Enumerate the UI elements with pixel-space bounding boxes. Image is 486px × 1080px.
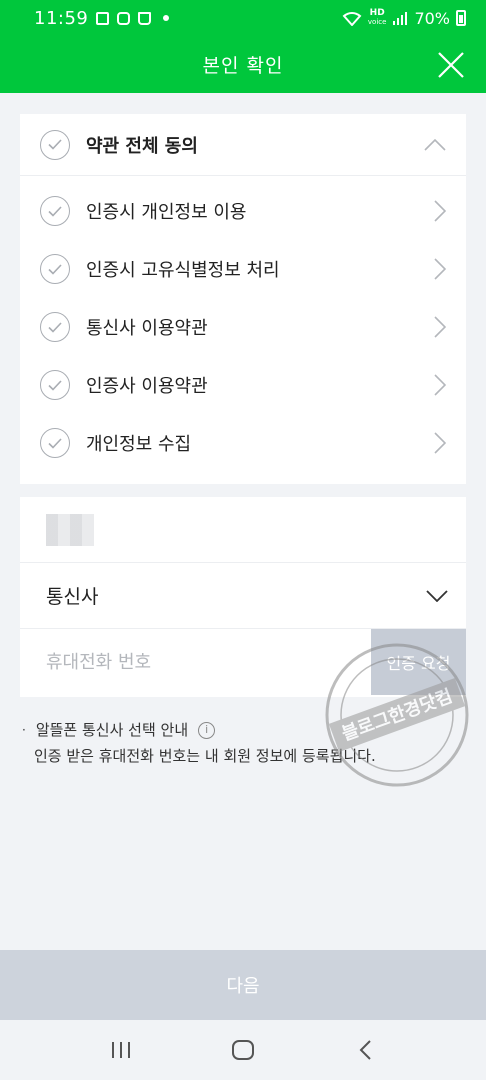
chevron-down-icon[interactable]	[426, 589, 448, 602]
agree-all-label: 약관 전체 동의	[86, 135, 198, 157]
chevron-right-icon[interactable]	[434, 258, 446, 280]
chevron-right-icon[interactable]	[434, 200, 446, 222]
shopping-bag-icon	[138, 11, 152, 25]
status-bar: 11:59 HD voice 70%	[0, 0, 486, 36]
phone-input[interactable]	[46, 629, 371, 695]
battery-percent: 70%	[414, 8, 450, 28]
check-circle-icon[interactable]	[40, 254, 70, 284]
chevron-right-icon[interactable]	[434, 316, 446, 338]
carrier-label: 통신사	[46, 586, 99, 608]
check-circle-icon[interactable]	[40, 196, 70, 226]
term-item[interactable]: 개인정보 수집	[20, 414, 466, 472]
status-time: 11:59	[34, 7, 89, 29]
recent-apps-icon	[112, 1042, 130, 1058]
back-icon	[359, 1040, 371, 1060]
mvno-notice-label: 알뜰폰 통신사 선택 안내	[35, 721, 189, 739]
identity-form: 통신사 인증 요청	[20, 497, 466, 697]
back-button[interactable]	[345, 1030, 385, 1070]
system-nav-bar	[0, 1020, 486, 1080]
bullet: ·	[22, 723, 26, 737]
signal-icon	[393, 12, 408, 25]
carrier-select[interactable]: 통신사	[20, 563, 466, 629]
chevron-right-icon[interactable]	[434, 374, 446, 396]
terms-list: 인증시 개인정보 이용 인증시 고유식별정보 처리 통신사 이용약관 인증사 이…	[20, 176, 466, 472]
mvno-notice-link[interactable]: · 알뜰폰 통신사 선택 안내 i	[22, 717, 376, 743]
check-circle-icon[interactable]	[40, 129, 70, 160]
page-title: 본인 확인	[202, 55, 284, 77]
phone-row: 인증 요청	[20, 629, 466, 695]
check-circle-icon[interactable]	[40, 312, 70, 342]
term-label: 인증사 이용약관	[86, 376, 208, 397]
close-icon	[438, 52, 464, 78]
name-field[interactable]	[20, 497, 466, 563]
chevron-right-icon[interactable]	[434, 432, 446, 454]
network-indicator: HD voice	[367, 8, 387, 27]
home-button[interactable]	[223, 1030, 263, 1070]
term-label: 인증시 개인정보 이용	[86, 202, 247, 223]
notification-dot-icon	[163, 15, 170, 21]
request-auth-button[interactable]: 인증 요청	[371, 629, 466, 695]
term-item[interactable]: 인증사 이용약관	[20, 356, 466, 414]
agree-all-row[interactable]: 약관 전체 동의	[20, 114, 466, 176]
wifi-icon	[342, 12, 362, 26]
next-button[interactable]: 다음	[0, 950, 486, 1020]
chevron-up-icon[interactable]	[424, 138, 446, 151]
register-notice: 인증 받은 휴대전화 번호는 내 회원 정보에 등록됩니다.	[34, 747, 376, 765]
info-icon[interactable]: i	[198, 721, 216, 739]
blurred-name	[46, 513, 94, 546]
term-item[interactable]: 인증시 고유식별정보 처리	[20, 240, 466, 298]
terms-card: 약관 전체 동의 인증시 개인정보 이용 인증시 고유식별정보 처리 통신사 이…	[20, 114, 466, 484]
term-label: 인증시 고유식별정보 처리	[86, 260, 280, 281]
term-item[interactable]: 통신사 이용약관	[20, 298, 466, 356]
battery-icon	[456, 10, 466, 26]
term-item[interactable]: 인증시 개인정보 이용	[20, 182, 466, 240]
instagram-icon	[117, 11, 131, 25]
home-icon	[232, 1040, 254, 1060]
term-label: 개인정보 수집	[86, 434, 192, 455]
recent-apps-button[interactable]	[101, 1030, 141, 1070]
check-circle-icon[interactable]	[40, 370, 70, 400]
check-circle-icon[interactable]	[40, 428, 70, 458]
app-header: 본인 확인	[0, 36, 486, 93]
gallery-icon	[96, 11, 110, 25]
notice: · 알뜰폰 통신사 선택 안내 i 인증 받은 휴대전화 번호는 내 회원 정보…	[22, 717, 376, 769]
close-button[interactable]	[436, 50, 466, 80]
term-label: 통신사 이용약관	[86, 318, 208, 339]
